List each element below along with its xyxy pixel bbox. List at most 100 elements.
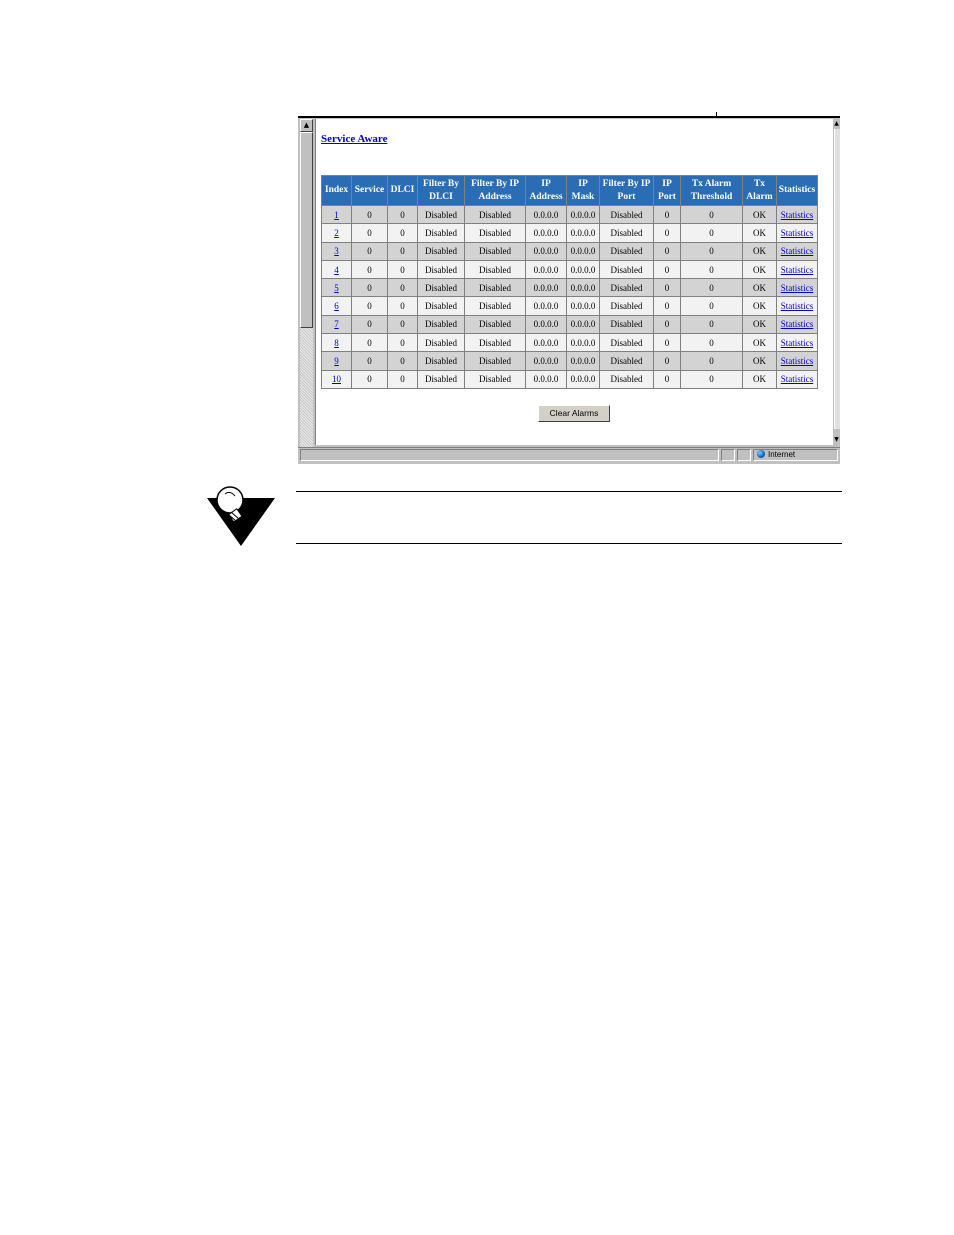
row-index-link[interactable]: 3	[334, 246, 339, 256]
row-index-link[interactable]: 6	[334, 301, 339, 311]
cell-ip-address: 0.0.0.0	[526, 206, 566, 224]
statistics-link[interactable]: Statistics	[781, 374, 814, 384]
cell-ip-port: 0	[654, 315, 680, 334]
status-message-pane	[300, 449, 719, 461]
cell-dlci: 0	[388, 206, 417, 224]
lightbulb-icon	[207, 486, 275, 546]
status-pane	[737, 449, 751, 461]
header-statistics: Statistics	[777, 176, 817, 205]
cell-statistics: Statistics	[777, 352, 817, 370]
cell-threshold: 0	[681, 370, 742, 388]
cell-filter-ip: Disabled	[465, 334, 525, 352]
cell-filter-ip: Disabled	[465, 206, 525, 224]
cell-tx-alarm: OK	[743, 224, 776, 242]
cell-ip-address: 0.0.0.0	[526, 315, 566, 334]
table-row: 3 0 0 Disabled Disabled 0.0.0.0 0.0.0.0 Disable…	[322, 242, 817, 260]
cell-dlci: 0	[388, 297, 417, 315]
cell-ip-address: 0.0.0.0	[526, 334, 566, 352]
header-filter-by-ip-port: Filter By IP Port	[600, 176, 653, 205]
right-scroll-thumb[interactable]	[834, 129, 840, 429]
cell-ip-port: 0	[654, 370, 680, 388]
cell-threshold: 0	[681, 260, 742, 279]
cell-statistics: Statistics	[777, 315, 817, 334]
statistics-link[interactable]: Statistics	[781, 338, 814, 348]
cell-tx-alarm: OK	[743, 260, 776, 279]
cell-ip-address: 0.0.0.0	[526, 352, 566, 370]
cell-ip-port: 0	[654, 352, 680, 370]
cell-tx-alarm: OK	[743, 352, 776, 370]
cell-ip-port: 0	[654, 224, 680, 242]
row-index-link[interactable]: 7	[334, 319, 339, 329]
cell-index: 9	[322, 352, 351, 370]
row-index-link[interactable]: 1	[334, 210, 339, 220]
table-body: 1 0 0 Disabled Disabled 0.0.0.0 0.0.0.0 Disable…	[322, 206, 817, 388]
cell-ip-address: 0.0.0.0	[526, 370, 566, 388]
cell-index: 4	[322, 260, 351, 279]
statistics-link[interactable]: Statistics	[781, 228, 814, 238]
scrollbar-thumb[interactable]	[300, 132, 313, 328]
statistics-link[interactable]: Statistics	[781, 319, 814, 329]
header-tx-alarm: Tx Alarm	[743, 176, 776, 205]
row-index-link[interactable]: 2	[334, 228, 339, 238]
row-index-link[interactable]: 10	[332, 374, 341, 384]
cell-statistics: Statistics	[777, 242, 817, 260]
row-index-link[interactable]: 8	[334, 338, 339, 348]
cell-threshold: 0	[681, 224, 742, 242]
row-index-link[interactable]: 5	[334, 283, 339, 293]
row-index-link[interactable]: 9	[334, 356, 339, 366]
cell-filter-ip: Disabled	[465, 224, 525, 242]
cell-service: 0	[352, 206, 387, 224]
table-row: 8 0 0 Disabled Disabled 0.0.0.0 0.0.0.0 Disable…	[322, 334, 817, 352]
cell-filter-ip: Disabled	[465, 260, 525, 279]
header-tx-alarm-threshold: Tx Alarm Threshold	[681, 176, 742, 205]
scroll-up-arrow-icon[interactable]: ▲	[300, 119, 313, 132]
cell-ip-port: 0	[654, 297, 680, 315]
cell-statistics: Statistics	[777, 206, 817, 224]
table-row: 2 0 0 Disabled Disabled 0.0.0.0 0.0.0.0 Disable…	[322, 224, 817, 242]
note-top-rule	[296, 491, 842, 492]
right-scroll-up-icon[interactable]: ▲	[833, 119, 840, 129]
cell-filter-dlci: Disabled	[418, 242, 464, 260]
cell-dlci: 0	[388, 315, 417, 334]
cell-index: 10	[322, 370, 351, 388]
cell-dlci: 0	[388, 352, 417, 370]
cell-filter-ip: Disabled	[465, 315, 525, 334]
cell-ip-address: 0.0.0.0	[526, 279, 566, 297]
service-aware-table: Index Service DLCI Filter By DLCI Filter…	[321, 175, 818, 389]
cell-statistics: Statistics	[777, 297, 817, 315]
statistics-link[interactable]: Statistics	[781, 210, 814, 220]
statistics-link[interactable]: Statistics	[781, 283, 814, 293]
cell-index: 1	[322, 206, 351, 224]
cell-dlci: 0	[388, 334, 417, 352]
cell-tx-alarm: OK	[743, 242, 776, 260]
cell-ip-address: 0.0.0.0	[526, 242, 566, 260]
cell-ip-mask: 0.0.0.0	[567, 315, 599, 334]
right-scrollbar[interactable]: ▲ ▼	[833, 119, 840, 445]
note-bottom-rule	[296, 543, 842, 544]
cell-tx-alarm: OK	[743, 206, 776, 224]
cell-filter-port: Disabled	[600, 334, 653, 352]
cell-filter-dlci: Disabled	[418, 352, 464, 370]
cell-service: 0	[352, 224, 387, 242]
right-scroll-down-icon[interactable]: ▼	[833, 435, 840, 445]
window-top-border	[298, 116, 840, 118]
cell-tx-alarm: OK	[743, 334, 776, 352]
cell-filter-dlci: Disabled	[418, 315, 464, 334]
clear-alarms-button[interactable]: Clear Alarms	[538, 405, 610, 422]
service-aware-link[interactable]: Service Aware	[321, 133, 387, 145]
cell-filter-dlci: Disabled	[418, 224, 464, 242]
header-ip-port: IP Port	[654, 176, 680, 205]
row-index-link[interactable]: 4	[334, 265, 339, 275]
cell-filter-port: Disabled	[600, 297, 653, 315]
statistics-link[interactable]: Statistics	[781, 356, 814, 366]
cell-ip-address: 0.0.0.0	[526, 260, 566, 279]
left-scrollbar[interactable]: ▲ ▼	[300, 119, 313, 460]
statistics-link[interactable]: Statistics	[781, 301, 814, 311]
statistics-link[interactable]: Statistics	[781, 265, 814, 275]
table-row: 4 0 0 Disabled Disabled 0.0.0.0 0.0.0.0 Disable…	[322, 260, 817, 279]
cell-service: 0	[352, 242, 387, 260]
cell-service: 0	[352, 279, 387, 297]
cell-dlci: 0	[388, 279, 417, 297]
cell-statistics: Statistics	[777, 334, 817, 352]
statistics-link[interactable]: Statistics	[781, 246, 814, 256]
